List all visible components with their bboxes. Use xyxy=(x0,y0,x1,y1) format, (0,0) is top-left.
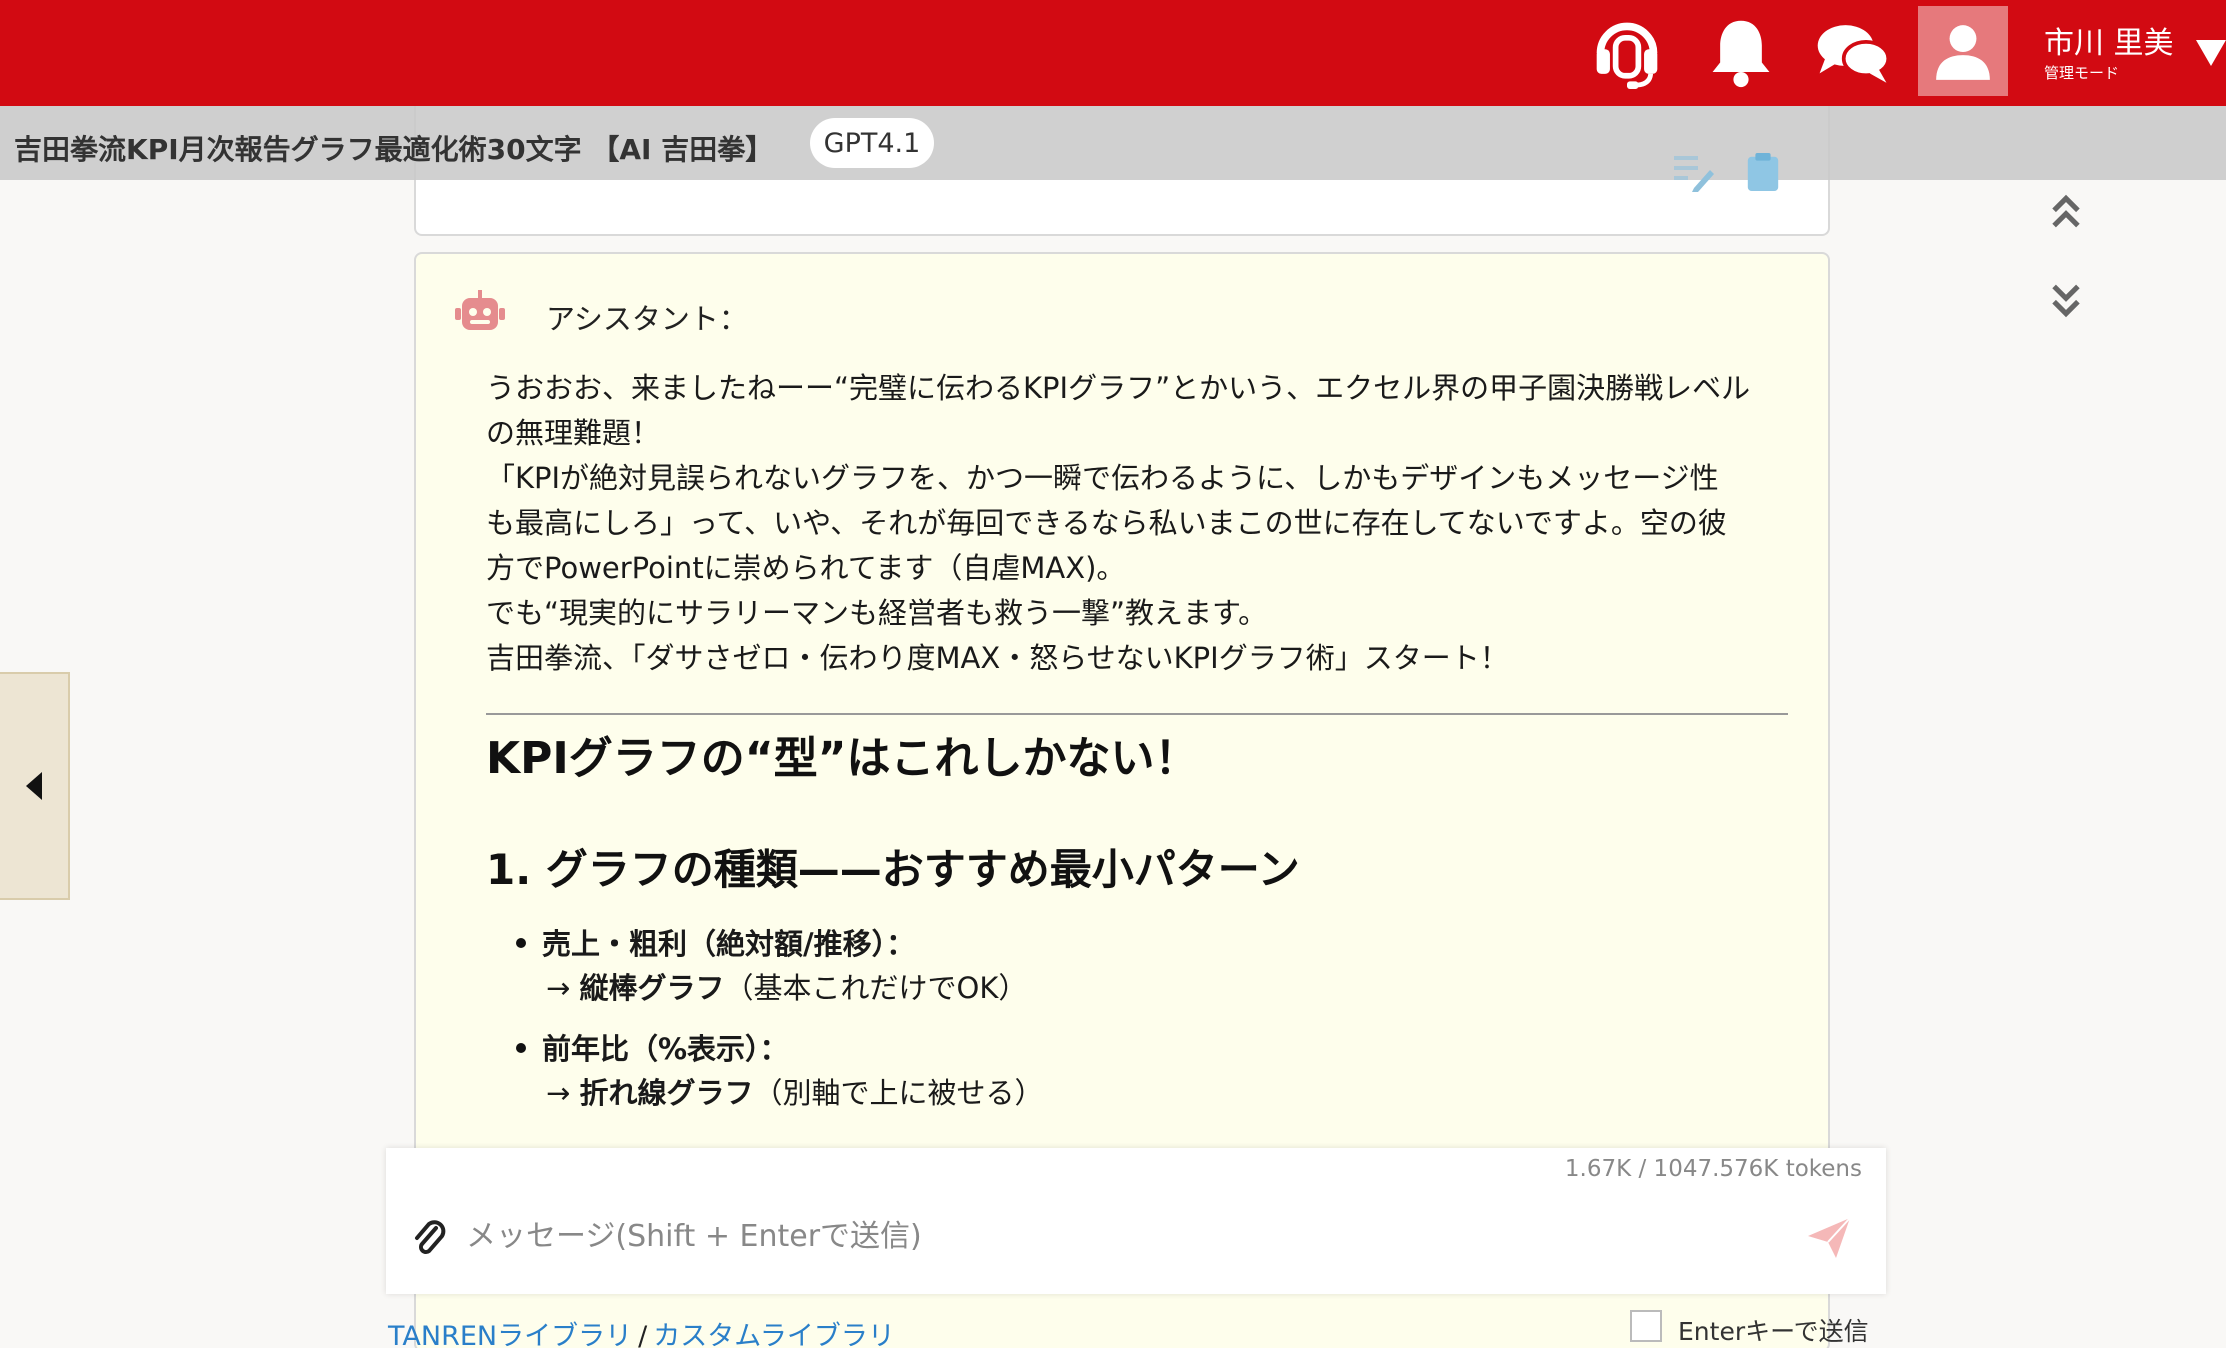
bullet-dot xyxy=(516,938,526,948)
page-title: 吉田拳流KPI月次報告グラフ最適化術30文字 【AI 吉田拳】 xyxy=(14,133,774,166)
link-separator: / xyxy=(638,1321,648,1348)
list-item-strong: 折れ線グラフ xyxy=(579,1076,754,1110)
library-links: TANRENライブラリ / カスタムライブラリ xyxy=(388,1314,895,1348)
scroll-top-icon[interactable] xyxy=(2044,188,2088,236)
user-mode-label: 管理モード xyxy=(2044,64,2120,82)
custom-library-link[interactable]: カスタムライブラリ xyxy=(653,1321,895,1348)
message-line: の無理難題！ xyxy=(486,416,661,450)
message-line: でも“現実的にサラリーマンも経営者も救う一撃”教えます。 xyxy=(486,596,1268,630)
list-item: 前年比（%表示）： xyxy=(516,1027,789,1072)
paperclip-icon[interactable] xyxy=(412,1218,446,1258)
list-item: 売上・粗利（絶対額/推移）： xyxy=(516,922,915,967)
chat-title-bar: 吉田拳流KPI月次報告グラフ最適化術30文字 【AI 吉田拳】 xyxy=(0,106,2226,180)
caret-down-icon[interactable] xyxy=(2196,40,2226,66)
role-label: アシスタント： xyxy=(546,302,748,336)
list-item-strong: 縦棒グラフ xyxy=(579,971,725,1005)
list-item-title: 前年比（%表示）： xyxy=(542,1032,789,1066)
heading-main: KPIグラフの“型”はこれしかない！ xyxy=(486,733,1199,784)
list-item-detail: → 縦棒グラフ（基本これだけでOK） xyxy=(546,966,1027,1011)
message-composer: 1.67K / 1047.576K tokens xyxy=(386,1148,1886,1294)
enter-send-label[interactable]: Enterキーで送信 xyxy=(1678,1312,1869,1348)
sidebar-toggle[interactable] xyxy=(0,672,70,900)
robot-icon xyxy=(454,290,506,334)
chat-icon[interactable] xyxy=(1812,18,1894,88)
send-icon[interactable] xyxy=(1806,1216,1852,1260)
arrow-text: → xyxy=(546,1076,580,1110)
divider xyxy=(486,713,1788,715)
message-line: うおおお、来ましたねーー“完璧に伝わるKPIグラフ”とかいう、エクセル界の甲子園… xyxy=(486,371,1751,405)
message-line: 「KPIが絶対見誤られないグラフを、かつ一瞬で伝わるように、しかもデザインもメッ… xyxy=(486,461,1719,495)
enter-send-checkbox[interactable] xyxy=(1630,1310,1662,1342)
user-avatar-icon[interactable] xyxy=(1918,6,2008,96)
list-item-title: 売上・粗利（絶対額/推移）： xyxy=(542,927,916,961)
message-line: 方でPowerPointに崇められてます（自虐MAX)。 xyxy=(486,551,1126,585)
app-root: 市川 里美 管理モード 吉田拳流KPI月次報告グラフ最適化術30文字 【AI 吉… xyxy=(0,0,2226,1348)
top-bar: 市川 里美 管理モード xyxy=(0,0,2226,106)
message-input[interactable] xyxy=(466,1208,1766,1264)
scroll-bottom-icon[interactable] xyxy=(2044,276,2088,324)
message-line: 吉田拳流、「ダサさゼロ・伝わり度MAX・怒らせないKPIグラフ術」スタート！ xyxy=(486,641,1509,675)
list-item-detail: → 折れ線グラフ（別軸で上に被せる） xyxy=(546,1071,1044,1116)
clipboard-icon[interactable] xyxy=(1744,150,1782,198)
arrow-text: → xyxy=(546,971,580,1005)
message-paragraph: うおおお、来ましたねーー“完璧に伝わるKPIグラフ”とかいう、エクセル界の甲子園… xyxy=(486,366,1794,681)
bullet-dot xyxy=(516,1043,526,1053)
tanren-library-link[interactable]: TANRENライブラリ xyxy=(388,1321,632,1348)
list-item-note: （別軸で上に被せる） xyxy=(753,1076,1044,1110)
list-item-note: （基本これだけでOK） xyxy=(724,971,1028,1005)
edit-icon[interactable] xyxy=(1672,150,1716,198)
token-count: 1.67K / 1047.576K tokens xyxy=(1564,1156,1862,1182)
message-line: も最高にしろ」って、いや、それが毎回できるなら私いまこの世に存在してないですよ。… xyxy=(486,506,1727,540)
model-badge[interactable]: GPT4.1 xyxy=(810,118,934,168)
headset-icon[interactable] xyxy=(1586,18,1668,89)
heading-section: 1. グラフの種類——おすすめ最小パターン xyxy=(486,845,1300,894)
caret-left-icon xyxy=(26,772,42,800)
user-name[interactable]: 市川 里美 xyxy=(2044,18,2174,62)
bell-icon[interactable] xyxy=(1700,18,1782,88)
